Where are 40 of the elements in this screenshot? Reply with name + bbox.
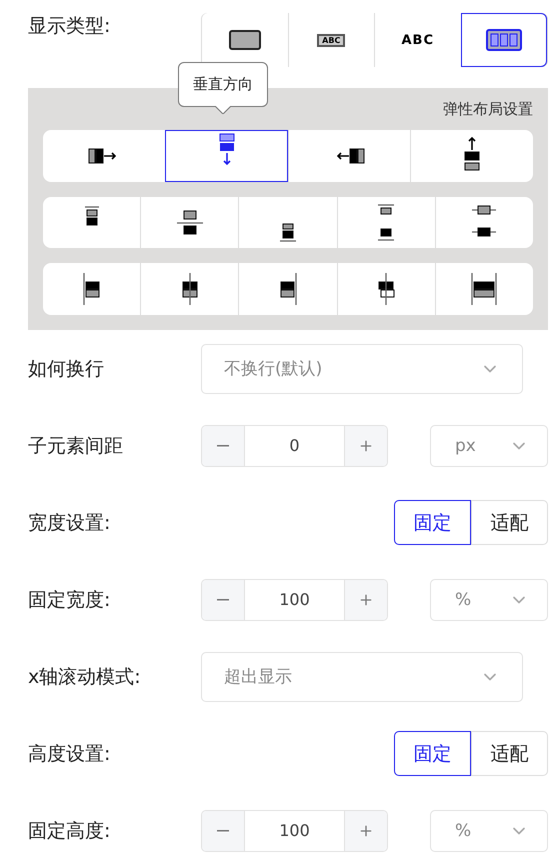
three-boxes-icon <box>486 29 522 51</box>
number-input[interactable]: 100 <box>244 810 345 850</box>
tooltip: 垂直方向 <box>178 62 268 107</box>
toggle-option[interactable]: 固定 <box>394 500 471 545</box>
unit-dropdown[interactable]: px <box>430 424 548 466</box>
minus-icon <box>217 444 229 446</box>
dropdown[interactable]: 超出显示 <box>201 652 523 702</box>
panel-title: 弹性布局设置 <box>443 100 533 119</box>
number-stepper[interactable]: 100 <box>201 810 388 852</box>
direction-option[interactable] <box>164 130 288 182</box>
minus-icon <box>217 830 229 832</box>
toggle-option[interactable]: 适配 <box>471 731 548 776</box>
field-label: 高度设置: <box>28 742 112 766</box>
toggle-option[interactable]: 固定 <box>394 731 471 776</box>
minus-icon <box>217 598 229 600</box>
plus-icon <box>358 438 374 454</box>
number-stepper[interactable]: 0 <box>201 424 388 466</box>
filled-rectangle-icon <box>228 30 261 50</box>
top-aligned-stack-icon <box>84 206 100 226</box>
inline-option[interactable]: ABC <box>374 13 460 67</box>
inline-block-option[interactable]: ABC <box>288 13 374 67</box>
unit-dropdown[interactable]: % <box>430 578 548 620</box>
bottom-aligned-stack-icon <box>279 222 297 242</box>
field-label: 显示类型: <box>28 14 110 39</box>
flex-option[interactable] <box>460 13 547 67</box>
plus-icon <box>358 592 374 608</box>
field-label: 宽度设置: <box>28 510 112 536</box>
unit-dropdown[interactable]: % <box>430 810 548 852</box>
tooltip-pointer-icon <box>215 106 231 114</box>
number-input[interactable]: 100 <box>244 580 345 620</box>
field-label: x轴滚动模式: <box>28 664 142 690</box>
plus-icon <box>358 822 374 838</box>
field-label: 子元素间距 <box>28 434 124 458</box>
number-input[interactable]: 0 <box>244 426 345 466</box>
number-stepper[interactable]: 100 <box>201 578 388 620</box>
field-label: 如何换行 <box>28 356 105 382</box>
toggle-option[interactable]: 适配 <box>471 500 548 545</box>
dropdown[interactable]: 不换行(默认) <box>201 344 523 394</box>
field-label: 固定高度: <box>28 818 112 844</box>
field-label: 固定宽度: <box>28 588 112 612</box>
